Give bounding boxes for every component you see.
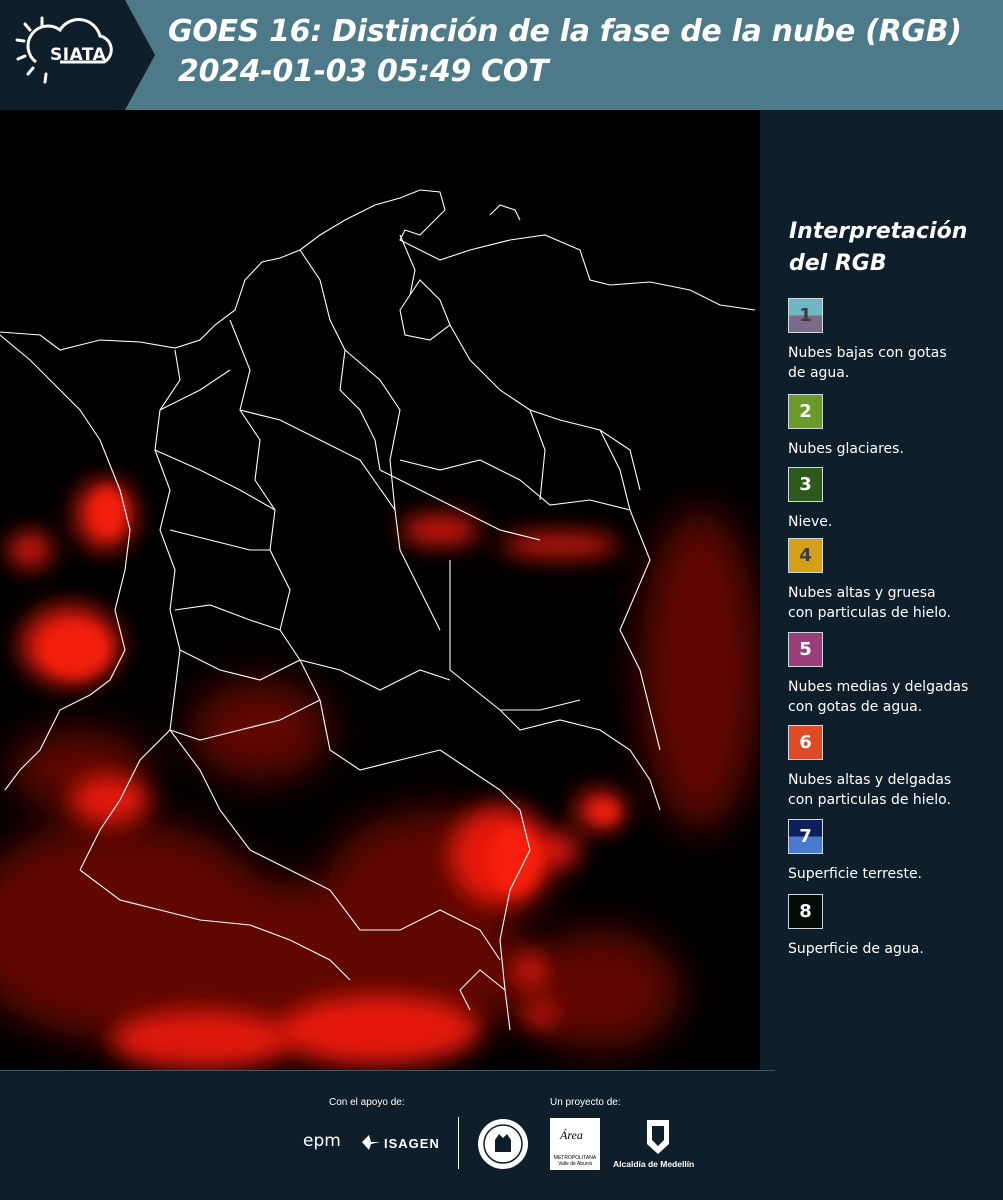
legend-desc-line: de agua. — [788, 365, 850, 381]
footer: Con el apoyo de: Un proyecto de: epm ISA… — [0, 1070, 1003, 1200]
legend-desc-line: con gotas de agua. — [788, 699, 923, 715]
legend-desc-line: Nubes altas y delgadas — [788, 772, 952, 788]
footer-vertical-divider — [458, 1117, 459, 1169]
page-title: GOES 16: Distinción de la fase de la nub… — [168, 14, 962, 49]
alcaldia-logo-text: Alcaldía de Medellín — [613, 1159, 695, 1169]
alcaldia-shield-icon — [647, 1120, 669, 1154]
epm-logo: epm — [303, 1131, 341, 1151]
footer-divider — [0, 1070, 775, 1071]
legend-desc-line: Superficie de agua. — [788, 941, 924, 957]
siata-logo-text: SIATA — [50, 45, 107, 65]
legend-swatch: 8 — [788, 894, 823, 929]
support-label: Con el apoyo de: — [329, 1097, 405, 1108]
legend-title-line2: del RGB — [789, 251, 887, 276]
legend-desc-line: Nubes medias y delgadas — [788, 679, 969, 695]
legend-desc: Nubes bajas con gotas de agua. — [788, 343, 947, 383]
isagen-icon — [362, 1135, 380, 1150]
legend-title-line1: Interpretación — [789, 219, 968, 244]
legend-desc-line: Superficie terreste. — [788, 866, 923, 882]
legend-swatch: 3 — [788, 467, 823, 502]
legend-desc-line: con particulas de hielo. — [788, 605, 951, 621]
area-logo-subtext: METROPOLITANA Valle de Aburrá — [553, 1155, 597, 1167]
legend-desc: Superficie de agua. — [788, 939, 924, 959]
legend-item-3: 3 Nieve. — [788, 467, 832, 532]
legend-item-1: 1 Nubes bajas con gotas de agua. — [788, 298, 947, 383]
satellite-map — [0, 110, 760, 1070]
area-logo-text: Área — [560, 1128, 583, 1142]
legend-desc-line: Nieve. — [788, 514, 833, 530]
legend-swatch: 7 — [788, 819, 823, 854]
legend-item-4: 4 Nubes altas y gruesa con particulas de… — [788, 538, 951, 623]
project-label: Un proyecto de: — [550, 1097, 621, 1108]
legend-desc-line: Nubes bajas con gotas — [788, 345, 947, 361]
legend-desc: Superficie terreste. — [788, 864, 922, 884]
legend-item-8: 8 Superficie de agua. — [788, 894, 924, 959]
legend-swatch: 5 — [788, 632, 823, 667]
map-canvas — [0, 110, 760, 1070]
legend-item-7: 7 Superficie terreste. — [788, 819, 922, 884]
government-seal-icon — [478, 1119, 528, 1169]
legend-desc: Nubes glaciares. — [788, 439, 904, 459]
legend-title: Interpretación del RGB — [789, 216, 967, 280]
legend-desc: Nubes medias y delgadas con gotas de agu… — [788, 677, 968, 717]
header-bar: SIATA GOES 16: Distinción de la fase de … — [0, 0, 1003, 110]
legend-desc: Nieve. — [788, 512, 832, 532]
legend-desc: Nubes altas y delgadas con particulas de… — [788, 770, 951, 810]
legend-desc: Nubes altas y gruesa con particulas de h… — [788, 583, 951, 623]
legend-swatch: 6 — [788, 725, 823, 760]
legend-panel: Interpretación del RGB 1 Nubes bajas con… — [760, 110, 1003, 1070]
legend-desc-line: Nubes altas y gruesa — [788, 585, 936, 601]
legend-item-6: 6 Nubes altas y delgadas con particulas … — [788, 725, 951, 810]
legend-swatch: 2 — [788, 394, 823, 429]
legend-swatch: 4 — [788, 538, 823, 573]
siata-logo: SIATA — [0, 0, 155, 110]
legend-item-5: 5 Nubes medias y delgadas con gotas de a… — [788, 632, 968, 717]
legend-item-2: 2 Nubes glaciares. — [788, 394, 904, 459]
legend-desc-line: con particulas de hielo. — [788, 792, 951, 808]
page-timestamp: 2024-01-03 05:49 COT — [178, 54, 549, 89]
isagen-logo: ISAGEN — [384, 1136, 440, 1151]
legend-swatch: 1 — [788, 298, 823, 333]
legend-desc-line: Nubes glaciares. — [788, 441, 904, 457]
